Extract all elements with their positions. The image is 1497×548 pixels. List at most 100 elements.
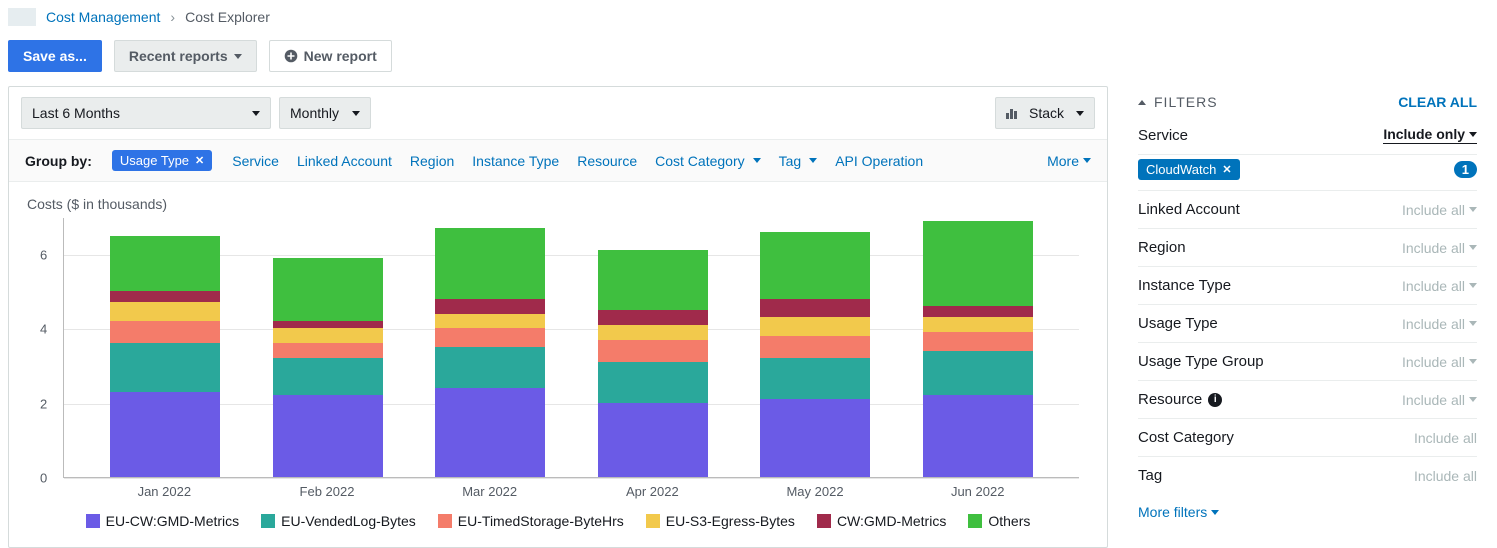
filter-value[interactable]: Include all xyxy=(1402,392,1477,408)
filters-panel: FILTERS CLEAR ALL ServiceInclude onlyClo… xyxy=(1108,86,1489,548)
close-icon[interactable]: ✕ xyxy=(1222,163,1231,176)
chevron-down-icon xyxy=(809,158,817,163)
filter-row: Usage TypeInclude all xyxy=(1138,305,1477,343)
group-by-option[interactable]: Region xyxy=(410,153,454,169)
group-by-option[interactable]: Instance Type xyxy=(472,153,559,169)
bar-segment xyxy=(923,306,1033,317)
chart-controls: Last 6 Months Monthly Stack xyxy=(9,87,1107,139)
chart-type-select[interactable]: Stack xyxy=(995,97,1095,129)
save-as-button[interactable]: Save as... xyxy=(8,40,102,72)
bar-chart-icon xyxy=(1006,107,1017,119)
legend-item[interactable]: EU-VendedLog-Bytes xyxy=(261,513,416,529)
bar-segment xyxy=(273,328,383,343)
chevron-down-icon xyxy=(1211,510,1219,515)
y-axis-tick: 6 xyxy=(40,248,47,263)
chevron-down-icon xyxy=(1469,321,1477,326)
date-range-select[interactable]: Last 6 Months xyxy=(21,97,271,129)
bar-segment xyxy=(273,395,383,477)
breadcrumb-current: Cost Explorer xyxy=(185,9,270,25)
legend-item[interactable]: EU-CW:GMD-Metrics xyxy=(86,513,240,529)
filter-tag[interactable]: CloudWatch✕ xyxy=(1138,159,1240,180)
group-by-option[interactable]: Resource xyxy=(577,153,637,169)
legend-item[interactable]: EU-TimedStorage-ByteHrs xyxy=(438,513,624,529)
chevron-down-icon xyxy=(1076,111,1084,116)
filter-value[interactable]: Include all xyxy=(1414,468,1477,484)
close-icon[interactable]: ✕ xyxy=(195,154,204,167)
more-filters-button[interactable]: More filters xyxy=(1138,494,1219,520)
bar-segment xyxy=(435,228,545,299)
filters-title-text: FILTERS xyxy=(1154,94,1218,110)
group-by-option[interactable]: Service xyxy=(232,153,279,169)
filter-value[interactable]: Include all xyxy=(1402,316,1477,332)
filter-value[interactable]: Include all xyxy=(1414,430,1477,446)
group-by-option[interactable]: API Operation xyxy=(835,153,923,169)
legend-swatch xyxy=(646,514,660,528)
plus-icon xyxy=(284,49,298,63)
x-axis-tick: Mar 2022 xyxy=(408,484,571,499)
bar-segment xyxy=(110,291,220,302)
chevron-down-icon xyxy=(234,54,242,59)
filter-value[interactable]: Include all xyxy=(1402,354,1477,370)
y-axis-tick: 4 xyxy=(40,322,47,337)
filters-title[interactable]: FILTERS xyxy=(1138,94,1218,110)
stacked-bar[interactable] xyxy=(435,228,545,477)
filter-value[interactable]: Include only xyxy=(1383,126,1477,144)
bar-segment xyxy=(598,403,708,477)
chart-title: Costs ($ in thousands) xyxy=(27,196,1089,212)
info-icon[interactable]: i xyxy=(1208,393,1222,407)
bar-segment xyxy=(923,395,1033,477)
legend-item[interactable]: EU-S3-Egress-Bytes xyxy=(646,513,795,529)
recent-reports-button[interactable]: Recent reports xyxy=(114,40,257,72)
chart-panel: Last 6 Months Monthly Stack Group by: Us… xyxy=(8,86,1108,548)
bar-segment xyxy=(923,221,1033,306)
bar-segment xyxy=(110,343,220,391)
legend-swatch xyxy=(968,514,982,528)
filter-value[interactable]: Include all xyxy=(1402,202,1477,218)
granularity-select[interactable]: Monthly xyxy=(279,97,371,129)
bar-segment xyxy=(110,302,220,321)
clear-all-button[interactable]: CLEAR ALL xyxy=(1398,94,1477,110)
bar-segment xyxy=(598,325,708,340)
breadcrumb-parent[interactable]: Cost Management xyxy=(46,9,160,25)
bar-segment xyxy=(598,310,708,325)
bar-segment xyxy=(273,321,383,328)
stacked-bar[interactable] xyxy=(598,250,708,477)
legend-swatch xyxy=(817,514,831,528)
group-by-option[interactable]: Tag xyxy=(779,153,818,169)
filter-name: Tag xyxy=(1138,467,1162,484)
stacked-bar[interactable] xyxy=(923,221,1033,477)
chevron-down-icon xyxy=(1469,397,1477,402)
group-by-active-tag[interactable]: Usage Type ✕ xyxy=(112,150,212,171)
legend-label: EU-VendedLog-Bytes xyxy=(281,513,416,529)
stacked-bar[interactable] xyxy=(760,232,870,477)
filter-row: Linked AccountInclude all xyxy=(1138,191,1477,229)
bar-segment xyxy=(923,332,1033,351)
bar-segment xyxy=(435,314,545,329)
filter-name: Cost Category xyxy=(1138,429,1234,446)
bar-segment xyxy=(273,358,383,395)
legend-label: Others xyxy=(988,513,1030,529)
bar-segment xyxy=(760,317,870,336)
stacked-bar[interactable] xyxy=(110,236,220,477)
filter-value[interactable]: Include all xyxy=(1402,278,1477,294)
bar-segment xyxy=(110,321,220,343)
save-as-label: Save as... xyxy=(23,48,87,64)
chevron-down-icon xyxy=(1469,359,1477,364)
group-by-more[interactable]: More xyxy=(1047,153,1091,169)
bar-segment xyxy=(923,351,1033,396)
stacked-bar[interactable] xyxy=(273,258,383,477)
bar-segment xyxy=(435,347,545,388)
filter-row: Instance TypeInclude all xyxy=(1138,267,1477,305)
chevron-up-icon xyxy=(1138,100,1146,105)
bar-segment xyxy=(598,340,708,362)
x-axis-tick: Jun 2022 xyxy=(896,484,1059,499)
new-report-button[interactable]: New report xyxy=(269,40,392,72)
bar-segment xyxy=(435,328,545,347)
group-by-option[interactable]: Cost Category xyxy=(655,153,760,169)
legend-item[interactable]: CW:GMD-Metrics xyxy=(817,513,946,529)
bar-segment xyxy=(110,392,220,477)
filter-row: ResourceiInclude all xyxy=(1138,381,1477,419)
legend-item[interactable]: Others xyxy=(968,513,1030,529)
group-by-option[interactable]: Linked Account xyxy=(297,153,392,169)
filter-value[interactable]: Include all xyxy=(1402,240,1477,256)
